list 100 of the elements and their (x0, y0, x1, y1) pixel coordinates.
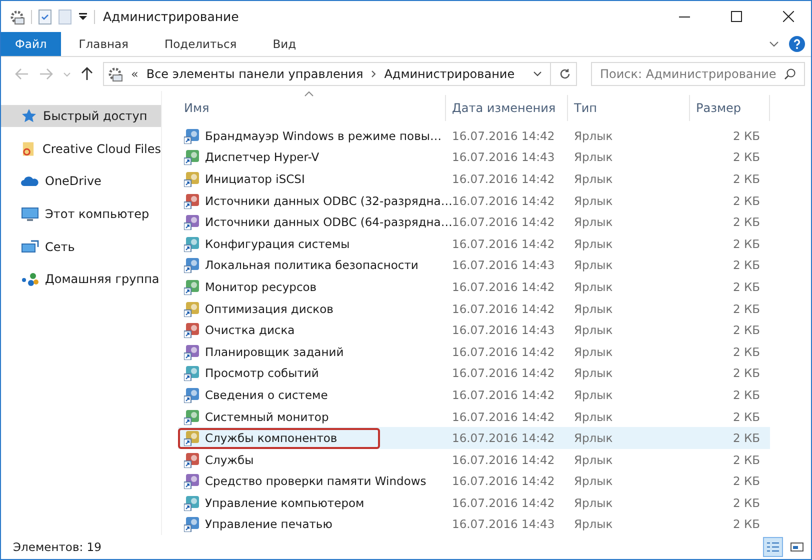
folder-icon (21, 140, 36, 157)
ribbon-tab[interactable]: Вид (254, 32, 314, 56)
type-cell-text: Ярлык (573, 150, 614, 164)
date-cell-text: 16.07.2016 14:42 (451, 431, 556, 446)
address-bar[interactable]: « Все элементы панели управления Администрирование (103, 62, 577, 86)
chevron-down-icon[interactable] (769, 41, 779, 47)
properties-icon[interactable] (38, 8, 52, 24)
date-cell-text: 16.07.2016 14:42 (451, 410, 556, 424)
type-cell-text: Ярлык (573, 280, 614, 294)
type-cell-text: Ярлык (573, 194, 614, 208)
up-arrow-icon[interactable] (81, 67, 93, 81)
star-icon (21, 108, 37, 124)
file-name: Инициатор iSCSI (205, 172, 305, 186)
breadcrumb[interactable]: Администрирование (384, 67, 515, 81)
sidebar-item[interactable]: OneDrive (1, 170, 161, 192)
shortcut-icon (184, 149, 200, 166)
file-row[interactable]: Управление печатью 16.07.2016 14:43 Ярлык 2 КБ (178, 514, 770, 536)
shortcut-icon (184, 300, 200, 317)
type-cell-text: Ярлык (573, 474, 614, 488)
item-count: Элементов: 19 (13, 540, 102, 554)
breadcrumb[interactable]: Все элементы панели управления (146, 67, 364, 81)
file-row[interactable]: Просмотр событий 16.07.2016 14:42 Ярлык 2 КБ (178, 362, 770, 384)
date-cell-text: 16.07.2016 14:42 (451, 452, 556, 467)
ribbon-tab[interactable]: Главная (60, 32, 146, 56)
file-row[interactable]: Локальная политика безопасности 16.07.2016 14:43 Ярлык 2 КБ (178, 254, 770, 276)
type-cell-text: Ярлык (573, 366, 614, 380)
file-row[interactable]: Системный монитор 16.07.2016 14:42 Ярлык 2 КБ (178, 406, 770, 428)
file-row[interactable]: Управление компьютером 16.07.2016 14:42 Ярлык 2 КБ (178, 492, 770, 514)
chevron-down-icon[interactable] (533, 71, 542, 77)
file-name: Управление печатью (205, 517, 332, 532)
search-field[interactable]: Поиск: Администрирование (591, 62, 805, 86)
file-row[interactable]: Службы 16.07.2016 14:42 Ярлык 2 КБ (178, 448, 770, 470)
file-row[interactable]: Очистка диска 16.07.2016 14:43 Ярлык 2 КБ (178, 319, 770, 341)
close-icon (782, 11, 794, 22)
size-cell-text: 2 КБ (732, 496, 761, 510)
sidebar-item[interactable]: Быстрый доступ (1, 105, 161, 127)
file-name: Очистка диска (205, 323, 295, 338)
file-name: Источники данных ODBC (32-разрядна… (205, 194, 452, 208)
file-name: Локальная политика безопасности (205, 258, 418, 272)
file-row[interactable]: Источники данных ODBC (64-разрядна…16.07.2016 14:42 Ярлык 2 КБ (178, 211, 770, 233)
details-list-icon (766, 541, 780, 553)
shortcut-icon (184, 214, 200, 230)
ribbon-tab[interactable]: Файл (1, 32, 61, 56)
file-row[interactable]: Брандмауэр Windows в режиме повы… 16.07.2016 14:42 Ярлык 2 КБ (178, 125, 770, 147)
size-cell-text: 2 КБ (732, 474, 761, 488)
shortcut-icon (184, 430, 200, 446)
file-row[interactable]: Планировщик заданий 16.07.2016 14:42 Ярлык 2 КБ (178, 340, 770, 363)
date-cell-text: 16.07.2016 14:43 (451, 150, 556, 164)
date-cell-text: 16.07.2016 14:42 (451, 236, 556, 251)
column-header[interactable]: Дата изменения (446, 95, 568, 121)
date-cell-text: 16.07.2016 14:42 (451, 366, 556, 380)
refresh-icon[interactable] (559, 68, 571, 80)
file-name: Источники данных ODBC (64-разрядна… (205, 215, 452, 230)
column-header[interactable]: Тип (568, 95, 690, 121)
file-row[interactable]: Источники данных ODBC (32-разрядна…16.07.2016 14:42 Ярлык 2 КБ (178, 190, 770, 212)
file-name: Монитор ресурсов (205, 280, 317, 294)
file-name: Средство проверки памяти Windows (205, 474, 426, 488)
size-cell-text: 2 КБ (732, 172, 761, 186)
chevron-right-icon[interactable] (371, 70, 376, 78)
type-cell-text: Ярлык (573, 258, 614, 272)
file-row[interactable]: Монитор ресурсов 16.07.2016 14:42 Ярлык 2 КБ (178, 276, 770, 298)
homegroup-icon (21, 271, 39, 288)
details-view-button[interactable] (763, 537, 783, 557)
column-header[interactable]: Размер (690, 95, 770, 121)
file-row[interactable]: Оптимизация дисков 16.07.2016 14:42 Ярлык 2 КБ (178, 298, 770, 320)
date-cell-text: 16.07.2016 14:42 (451, 496, 556, 510)
file-row[interactable]: Сведения о системе 16.07.2016 14:42 Ярлык 2 КБ (178, 384, 770, 406)
sidebar-item[interactable]: Сеть (1, 236, 161, 258)
sidebar-item[interactable]: Домашняя группа (1, 268, 161, 290)
file-row[interactable]: Конфигурация системы 16.07.2016 14:42 Ярлык 2 КБ (178, 232, 770, 255)
column-header[interactable]: Имя (178, 95, 446, 121)
file-row[interactable]: Службы компонентов 16.07.2016 14:42 Ярлык 2 КБ (178, 427, 770, 449)
monitor-icon (21, 206, 39, 222)
file-row[interactable]: Диспетчер Hyper-V 16.07.2016 14:43 Ярлык 2 КБ (178, 146, 770, 168)
sidebar-item[interactable]: Creative Cloud Files (1, 138, 161, 160)
shortcut-icon (184, 236, 200, 252)
network-icon (21, 238, 39, 255)
date-cell-text: 16.07.2016 14:43 (451, 258, 556, 272)
size-cell-text: 2 КБ (732, 258, 761, 272)
shortcut-icon (184, 278, 200, 295)
file-row[interactable]: Инициатор iSCSI 16.07.2016 14:42 Ярлык 2 КБ (178, 168, 770, 190)
type-cell-text: Ярлык (573, 496, 614, 510)
shortcut-icon (184, 170, 200, 187)
help-icon[interactable] (789, 36, 805, 52)
shortcut-icon (184, 365, 200, 382)
file-row[interactable]: Средство проверки памяти Windows 16.07.2016 14:42 Ярлык 2 КБ (178, 470, 770, 492)
dropdown-icon[interactable] (78, 12, 88, 22)
gear-icon[interactable] (9, 8, 25, 24)
file-name: Оптимизация дисков (205, 302, 334, 316)
overflow-marker[interactable]: « (131, 67, 138, 81)
window-title: Администрирование (103, 9, 239, 24)
sidebar-item[interactable]: Этот компьютер (1, 203, 161, 226)
type-cell-text: Ярлык (573, 388, 614, 402)
date-cell-text: 16.07.2016 14:42 (451, 344, 556, 359)
date-cell-text: 16.07.2016 14:42 (451, 388, 556, 402)
ribbon-tab[interactable]: Поделиться (146, 32, 255, 56)
type-cell-text: Ярлык (573, 517, 614, 532)
file-name: Планировщик заданий (205, 344, 344, 359)
large-icons-icon (790, 541, 804, 553)
date-cell-text: 16.07.2016 14:42 (451, 280, 556, 294)
